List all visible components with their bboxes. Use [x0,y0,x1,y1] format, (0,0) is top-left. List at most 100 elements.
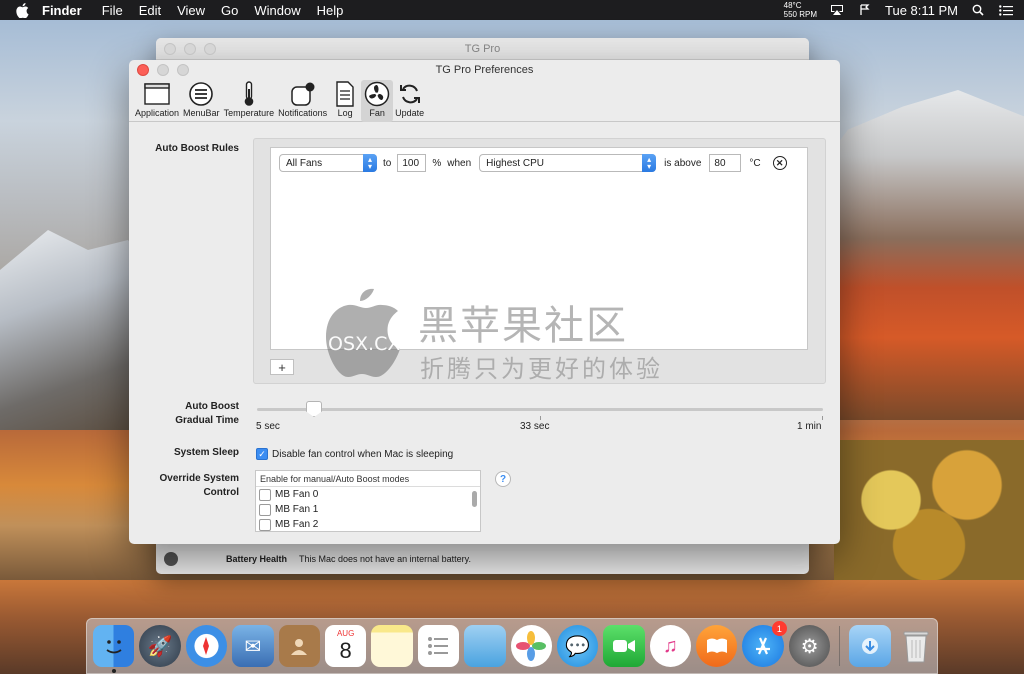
desktop-trees [834,440,1024,590]
notifications-icon [289,80,317,108]
menu-bar: Finder File Edit View Go Window Help 48°… [0,0,1024,20]
reminders-dock-icon[interactable] [417,625,460,667]
list-item[interactable]: MB Fan 2 [256,517,480,531]
downloads-folder-dock-icon[interactable] [849,625,891,667]
tab-fan[interactable]: Fan [361,80,394,122]
remove-rule-icon[interactable]: ✕ [772,156,787,170]
fan-select-stepper-icon: ▴ ▾ [363,154,377,172]
sleep-checkbox-row[interactable]: ✓ Disable fan control when Mac is sleepi… [256,448,453,460]
spotlight-search-icon[interactable] [970,3,986,17]
contacts-dock-icon[interactable] [278,625,320,667]
calendar-dock-icon[interactable]: AUG 8 [324,625,367,667]
slider-max-label: 1 min [797,421,822,432]
threshold-unit: °C [749,157,761,169]
appstore-update-badge: 1 [771,621,787,636]
update-icon [396,80,424,108]
tab-temperature[interactable]: Temperature [222,80,277,122]
fan1-label: MB Fan 1 [275,504,319,515]
sensor-select[interactable]: Highest CPU ▴ ▾ [479,154,657,172]
temperature-readout: 48°C [783,1,802,10]
application-icon [143,80,171,108]
notification-center-icon[interactable] [998,3,1014,17]
preferences-titlebar[interactable]: TG Pro Preferences [129,60,840,80]
menu-go[interactable]: Go [221,3,238,18]
notes-dock-icon[interactable] [371,625,413,667]
photos-dock-icon[interactable] [510,625,552,667]
close-button[interactable] [164,42,176,55]
preview-dock-icon[interactable] [464,625,506,667]
messages-dock-icon[interactable]: 💬 [556,625,599,667]
slider-tick-max [822,416,823,420]
slider-mid-label: 33 sec [520,421,550,432]
menu-file[interactable]: File [102,3,123,18]
system-preferences-dock-icon[interactable]: ⚙ [788,625,831,667]
menu-help[interactable]: Help [317,3,344,18]
rule-when-text: when [447,157,472,169]
dock-separator [839,626,841,666]
trash-dock-icon[interactable] [896,625,937,667]
calendar-day: 8 [339,638,352,663]
finder-dock-icon[interactable] [93,625,135,673]
preferences-window[interactable]: TG Pro Preferences Application MenuBar T… [129,60,840,544]
itunes-dock-icon[interactable]: ♫ [649,625,692,667]
percent-field[interactable]: 100 [397,154,427,172]
apple-menu-icon[interactable] [14,2,30,18]
tab-log[interactable]: Log [329,80,361,122]
override-fan-list[interactable]: Enable for manual/Auto Boost modes MB Fa… [255,470,481,532]
tab-update[interactable]: Update [393,80,426,122]
fan-select[interactable]: All Fans ▴ ▾ [279,154,377,172]
fan2-label: MB Fan 2 [275,519,319,530]
menu-window[interactable]: Window [254,3,300,18]
zoom-button[interactable] [177,64,189,76]
clock[interactable]: Tue 8:11 PM [885,3,958,18]
help-button[interactable]: ? [495,471,511,487]
add-rule-button[interactable]: + [270,359,294,375]
safari-dock-icon[interactable] [185,625,228,667]
battery-status-icon [164,552,178,566]
rpm-readout: 550 RPM [783,10,818,19]
rule-to-text: to [383,157,392,169]
sensor-select-value: Highest CPU [486,157,544,169]
rules-list[interactable]: All Fans ▴ ▾ to 100 % when Highest CPU ▴ ▾… [270,147,808,350]
override-list-header: Enable for manual/Auto Boost modes [256,471,480,487]
threshold-field[interactable]: 80 [709,154,742,172]
tab-menubar[interactable]: MenuBar [181,80,222,122]
override-list-scrollbar[interactable] [472,491,477,507]
menu-view[interactable]: View [177,3,205,18]
fan1-checkbox[interactable] [259,503,271,516]
tab-log-label: Log [337,108,353,118]
dock: 🚀 ✉ AUG 8 💬 ♫ 1 ⚙ [86,618,938,674]
tab-application[interactable]: Application [133,80,181,122]
tab-fan-label: Fan [369,108,385,118]
preferences-title: TG Pro Preferences [435,64,534,76]
airplay-icon[interactable] [829,3,845,17]
ibooks-dock-icon[interactable] [696,625,738,667]
sleep-checkbox-label: Disable fan control when Mac is sleeping [272,448,454,460]
log-icon [331,80,359,108]
gradual-time-slider[interactable] [257,400,823,420]
input-source-icon[interactable] [857,3,873,17]
launchpad-dock-icon[interactable]: 🚀 [139,625,181,667]
slider-track [257,408,823,411]
auto-boost-rules-box: All Fans ▴ ▾ to 100 % when Highest CPU ▴ ▾… [253,138,826,384]
sleep-checkbox[interactable]: ✓ [256,448,268,460]
fan0-checkbox[interactable] [259,488,271,501]
tgpro-titlebar[interactable]: TG Pro [156,38,809,60]
menu-edit[interactable]: Edit [139,3,161,18]
tab-notifications[interactable]: Notifications [276,80,329,122]
mail-dock-icon[interactable]: ✉ [232,625,274,667]
menu-app-name[interactable]: Finder [42,3,82,18]
tgpro-menu-status[interactable]: 48°C 550 RPM [784,1,817,19]
appstore-dock-icon[interactable]: 1 [742,621,787,667]
minimize-button[interactable] [184,42,196,55]
zoom-button[interactable] [204,42,216,55]
slider-knob[interactable] [306,401,322,417]
minimize-button[interactable] [157,64,169,76]
list-item[interactable]: MB Fan 0 [256,487,480,502]
gradual-time-label-line2: Gradual Time [175,415,239,426]
list-item[interactable]: MB Fan 1 [256,502,480,517]
tab-application-label: Application [135,108,180,118]
fan2-checkbox[interactable] [259,518,271,531]
close-button[interactable] [137,64,149,76]
facetime-dock-icon[interactable] [603,625,645,667]
